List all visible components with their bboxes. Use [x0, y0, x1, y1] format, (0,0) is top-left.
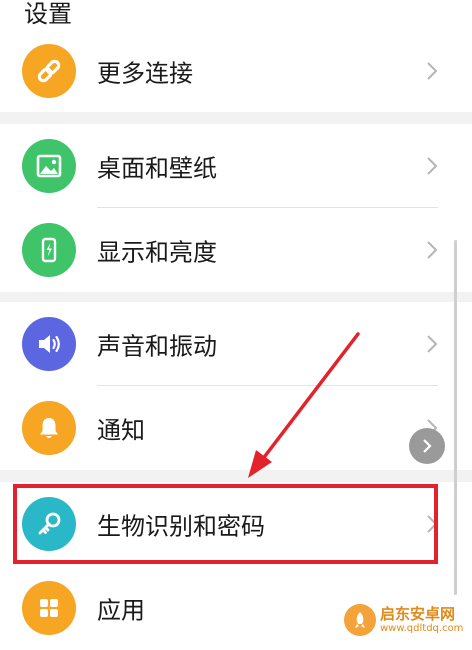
watermark: 启东安卓网 www.qdltdq.com [344, 604, 463, 636]
watermark-url: www.qdltdq.com [380, 622, 464, 634]
watermark-name: 启东安卓网 [380, 604, 456, 623]
watermark-logo-icon [344, 604, 376, 636]
annotation-arrow [248, 332, 360, 478]
